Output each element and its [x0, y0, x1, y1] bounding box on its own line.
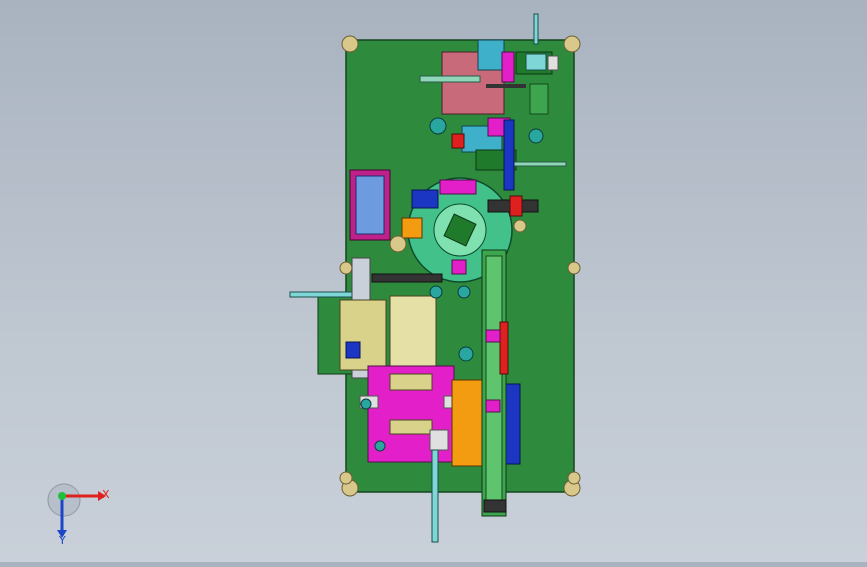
x-axis-label: X	[102, 488, 110, 501]
origin-dot	[58, 492, 66, 500]
y-axis-label: Y	[58, 534, 66, 547]
linear-rail[interactable]	[481, 249, 509, 517]
coordinate-triad: X Y	[47, 483, 110, 547]
cad-viewport[interactable]: X Y	[0, 0, 867, 562]
magenta-slide-module[interactable]	[359, 365, 463, 543]
left-tray-holder[interactable]	[349, 169, 391, 241]
left-loading-arm[interactable]	[289, 257, 443, 379]
